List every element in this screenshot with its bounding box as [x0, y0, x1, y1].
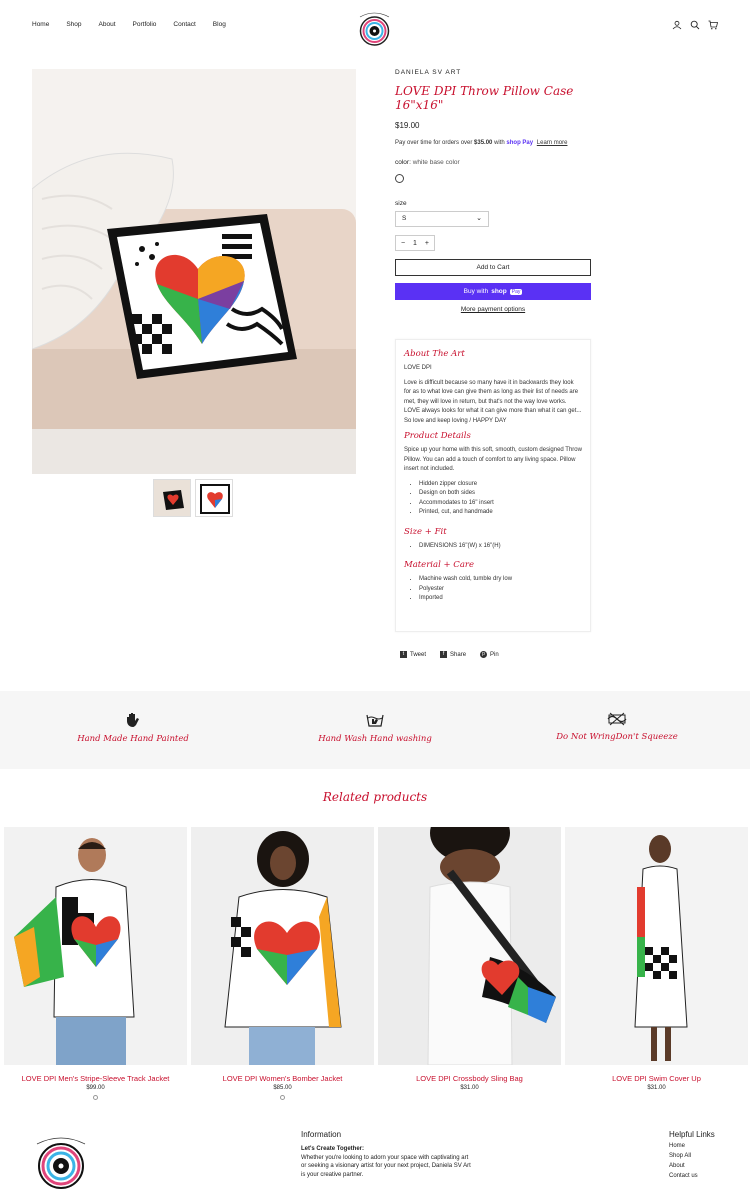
learn-more-link[interactable]: Learn more [537, 140, 568, 146]
thumbnail-2[interactable] [195, 479, 233, 517]
product-card-name[interactable]: LOVE DPI Men's Stripe-Sleeve Track Jacke… [4, 1074, 187, 1083]
list-item: Machine wash cold, tumble dry low [419, 575, 582, 585]
account-icon[interactable] [672, 20, 682, 30]
size-list: DIMENSIONS 16"(W) x 16"(H) [404, 542, 582, 552]
list-item: Printed, cut, and handmade [419, 508, 582, 518]
footer-link-shop-all[interactable]: Shop All [669, 1153, 715, 1159]
related-products-heading: Related products [322, 790, 428, 804]
nav-blog[interactable]: Blog [213, 21, 226, 28]
product-card[interactable]: LOVE DPI Women's Bomber Jacket $85.00 [191, 827, 374, 1100]
details-heading: Product Details [404, 431, 471, 441]
installments-message: Pay over time for orders over $35.00 wit… [395, 140, 568, 146]
vendor-name[interactable]: DANIELA SV ART [395, 69, 591, 76]
product-main-image[interactable] [32, 69, 356, 474]
pinterest-icon: p [480, 651, 488, 658]
size-select[interactable]: S ⌄ [395, 211, 489, 227]
footer-link-home[interactable]: Home [669, 1143, 715, 1149]
color-swatch[interactable] [93, 1095, 98, 1100]
quantity-stepper: − 1 + [395, 235, 435, 251]
share-button[interactable]: f Share [440, 651, 466, 658]
product-card-price: $31.00 [647, 1085, 666, 1091]
add-to-cart-button[interactable]: Add to Cart [395, 259, 591, 276]
feature-item: Do Not WringDon't Squeeze [507, 712, 727, 742]
about-heading: About The Art [404, 349, 465, 359]
product-description: About The Art LOVE DPI Love is difficult… [395, 339, 591, 632]
feature-item: Hand Wash Hand washing [265, 712, 485, 744]
chevron-down-icon: ⌄ [476, 215, 482, 222]
nav-about[interactable]: About [99, 21, 116, 28]
details-body: Spice up your home with this soft, smoot… [404, 447, 582, 472]
footer-logo[interactable] [32, 1130, 90, 1190]
search-icon[interactable] [690, 20, 700, 30]
product-card-price: $99.00 [86, 1085, 105, 1091]
nav-shop[interactable]: Shop [66, 21, 81, 28]
product-card-image[interactable] [4, 827, 187, 1065]
list-item: Hidden zipper closure [419, 480, 582, 490]
product-card[interactable]: LOVE DPI Swim Cover Up $31.00 [565, 827, 748, 1091]
list-item: Imported [419, 594, 582, 604]
facebook-icon: f [440, 651, 448, 658]
feature-item: Hand Made Hand Painted [23, 712, 243, 744]
share-links: t Tweet f Share p Pin [400, 651, 499, 658]
feature-label: Hand Wash Hand washing [318, 734, 432, 744]
cart-icon[interactable] [708, 20, 718, 30]
site-logo[interactable] [357, 7, 392, 47]
pin-button[interactable]: p Pin [480, 651, 499, 658]
product-info: DANIELA SV ART LOVE DPI Throw Pillow Cas… [395, 69, 591, 313]
list-item: DIMENSIONS 16"(W) x 16"(H) [419, 542, 582, 552]
product-card-name[interactable]: LOVE DPI Women's Bomber Jacket [191, 1074, 374, 1083]
product-card-price: $85.00 [273, 1085, 292, 1091]
size-label: size [395, 200, 407, 207]
product-price: $19.00 [395, 121, 420, 130]
product-card[interactable]: LOVE DPI Crossbody Sling Bag $31.00 [378, 827, 561, 1091]
list-item: Design on both sides [419, 489, 582, 499]
footer-info-heading: Information [301, 1130, 342, 1139]
features-band: Hand Made Hand Painted Hand Wash Hand wa… [0, 691, 750, 769]
about-body: Love is difficult because so many have i… [404, 379, 582, 424]
about-title: LOVE DPI [404, 365, 432, 371]
footer-information: Information Let's Create Together: Wheth… [301, 1130, 471, 1179]
increase-quantity-button[interactable]: + [425, 240, 429, 247]
quantity-value[interactable]: 1 [413, 240, 417, 247]
header-icons [672, 20, 718, 30]
feature-label: Hand Made Hand Painted [77, 734, 189, 744]
care-list: Machine wash cold, tumble dry low Polyes… [404, 575, 582, 604]
no-wring-icon [507, 712, 727, 729]
list-item: Polyester [419, 585, 582, 595]
decrease-quantity-button[interactable]: − [401, 240, 405, 247]
hand-icon [23, 712, 243, 731]
color-swatch-white[interactable] [395, 174, 404, 183]
product-card-image[interactable] [191, 827, 374, 1065]
nav-portfolio[interactable]: Portfolio [133, 21, 157, 28]
product-card-image[interactable] [378, 827, 561, 1065]
product-title: LOVE DPI Throw Pillow Case 16"x16" [395, 84, 574, 112]
buy-with-shop-pay-button[interactable]: Buy with shop Pay [395, 283, 591, 300]
thumbnail-1[interactable] [153, 479, 191, 517]
list-item: Accommodates to 16" insert [419, 499, 582, 509]
footer-link-about[interactable]: About [669, 1163, 715, 1169]
size-fit-heading: Size + Fit [404, 526, 447, 537]
tweet-button[interactable]: t Tweet [400, 651, 426, 658]
more-payment-options-link[interactable]: More payment options [395, 306, 591, 313]
footer-links-heading: Helpful Links [669, 1130, 715, 1139]
shop-pay-logo: shop Pay [506, 140, 534, 146]
product-card-name[interactable]: LOVE DPI Swim Cover Up [565, 1074, 748, 1083]
nav-contact[interactable]: Contact [173, 21, 195, 28]
color-swatch[interactable] [280, 1095, 285, 1100]
product-card[interactable]: LOVE DPI Men's Stripe-Sleeve Track Jacke… [4, 827, 187, 1100]
product-card-name[interactable]: LOVE DPI Crossbody Sling Bag [378, 1074, 561, 1083]
footer-helpful-links: Helpful Links Home Shop All About Contac… [669, 1130, 715, 1179]
color-label: color: white base color [395, 159, 460, 166]
footer-link-contact[interactable]: Contact us [669, 1173, 715, 1179]
footer-info-text: Let's Create Together: Whether you're lo… [301, 1146, 471, 1178]
main-nav: Home Shop About Portfolio Contact Blog [32, 21, 243, 28]
details-list: Hidden zipper closure Design on both sid… [404, 480, 582, 518]
twitter-icon: t [400, 651, 407, 658]
feature-label: Do Not WringDon't Squeeze [556, 732, 678, 742]
product-card-price: $31.00 [460, 1085, 479, 1091]
material-care-heading: Material + Care [404, 560, 474, 570]
product-card-image[interactable] [565, 827, 748, 1065]
hand-wash-icon [265, 712, 485, 731]
nav-home[interactable]: Home [32, 21, 49, 28]
